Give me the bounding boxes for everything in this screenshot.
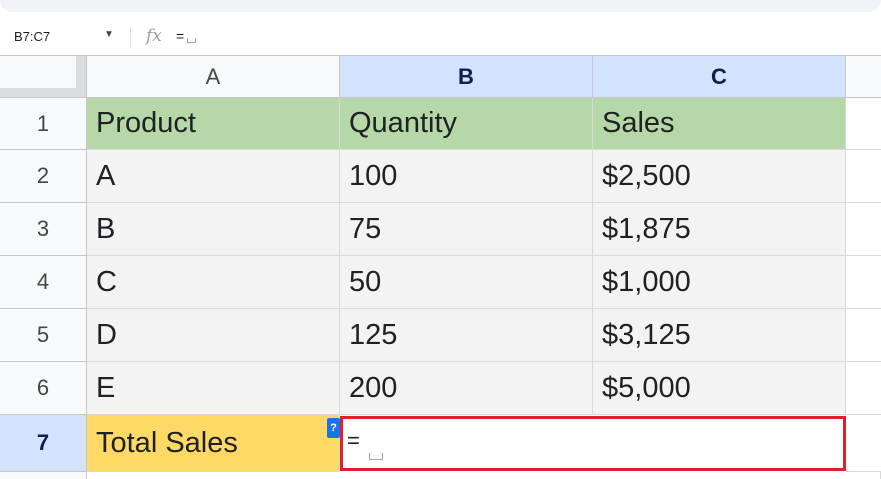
row-header-5[interactable]: 5 bbox=[0, 309, 87, 362]
cell-editor-b7-c7[interactable]: = bbox=[340, 416, 846, 471]
cell-b3[interactable]: 75 bbox=[340, 203, 593, 256]
formula-bar: B7:C7 ▼ fx = bbox=[0, 20, 881, 56]
row-header-3[interactable]: 3 bbox=[0, 203, 87, 256]
select-all-corner[interactable] bbox=[0, 56, 87, 98]
row-header-8[interactable] bbox=[0, 472, 87, 479]
formula-bar-divider bbox=[130, 28, 131, 48]
cell-c4[interactable]: $1,000 bbox=[593, 256, 846, 309]
cell-a7[interactable]: Total Sales bbox=[87, 415, 340, 472]
column-header-b[interactable]: B bbox=[340, 56, 593, 98]
cell-a4[interactable]: C bbox=[87, 256, 340, 309]
row-header-label: 4 bbox=[36, 269, 50, 294]
row-header-label: 5 bbox=[36, 322, 50, 347]
cell-d7[interactable] bbox=[846, 415, 881, 472]
cell-d5[interactable] bbox=[846, 309, 881, 362]
cell-d6[interactable] bbox=[846, 362, 881, 415]
name-box-dropdown-icon[interactable]: ▼ bbox=[104, 29, 114, 40]
cell-d4[interactable] bbox=[846, 256, 881, 309]
cell-d3[interactable] bbox=[846, 203, 881, 256]
cell-d2[interactable] bbox=[846, 150, 881, 203]
column-header-a[interactable]: A bbox=[87, 56, 340, 98]
toolbar-strip bbox=[0, 0, 881, 20]
column-header-label: C bbox=[711, 63, 727, 89]
toolbar-edge bbox=[0, 0, 881, 12]
freeze-row-handle[interactable] bbox=[0, 88, 86, 97]
name-box[interactable]: B7:C7 bbox=[14, 29, 50, 44]
cell-a2[interactable]: A bbox=[87, 150, 340, 203]
cell-b2[interactable]: 100 bbox=[340, 150, 593, 203]
cell-b4[interactable]: 50 bbox=[340, 256, 593, 309]
column-header-d[interactable] bbox=[846, 56, 881, 98]
formula-text: = bbox=[176, 28, 185, 44]
row-header-6[interactable]: 6 bbox=[0, 362, 87, 415]
space-marker-icon bbox=[369, 453, 383, 460]
row-header-label: 7 bbox=[36, 430, 50, 455]
row-header-label: 2 bbox=[36, 163, 50, 188]
cell-a5[interactable]: D bbox=[87, 309, 340, 362]
row-header-label: 3 bbox=[36, 216, 50, 241]
cell-b1[interactable]: Quantity bbox=[340, 98, 593, 150]
row-header-4[interactable]: 4 bbox=[0, 256, 87, 309]
row-header-7[interactable]: 7 bbox=[0, 415, 87, 472]
row-header-label: 6 bbox=[36, 375, 50, 400]
cell-b6[interactable]: 200 bbox=[340, 362, 593, 415]
cell-b5[interactable]: 125 bbox=[340, 309, 593, 362]
row-header-1[interactable]: 1 bbox=[0, 98, 87, 150]
column-header-label: A bbox=[205, 63, 221, 89]
row-8-cells[interactable] bbox=[87, 472, 881, 479]
cell-a1[interactable]: Product bbox=[87, 98, 340, 150]
formula-help-icon[interactable]: ? bbox=[327, 418, 340, 438]
column-header-label: B bbox=[458, 63, 474, 89]
row-header-label: 1 bbox=[36, 110, 50, 136]
formula-input[interactable]: = bbox=[176, 28, 197, 44]
cell-d1[interactable] bbox=[846, 98, 881, 150]
cell-c5[interactable]: $3,125 bbox=[593, 309, 846, 362]
fx-icon: fx bbox=[146, 26, 162, 46]
cell-c2[interactable]: $2,500 bbox=[593, 150, 846, 203]
cell-c1[interactable]: Sales bbox=[593, 98, 846, 150]
cell-a3[interactable]: B bbox=[87, 203, 340, 256]
space-marker-icon bbox=[187, 38, 197, 43]
row-header-2[interactable]: 2 bbox=[0, 150, 87, 203]
cell-c3[interactable]: $1,875 bbox=[593, 203, 846, 256]
cell-editor-text: = bbox=[347, 428, 360, 453]
column-header-c[interactable]: C bbox=[593, 56, 846, 98]
cell-a6[interactable]: E bbox=[87, 362, 340, 415]
cell-c6[interactable]: $5,000 bbox=[593, 362, 846, 415]
